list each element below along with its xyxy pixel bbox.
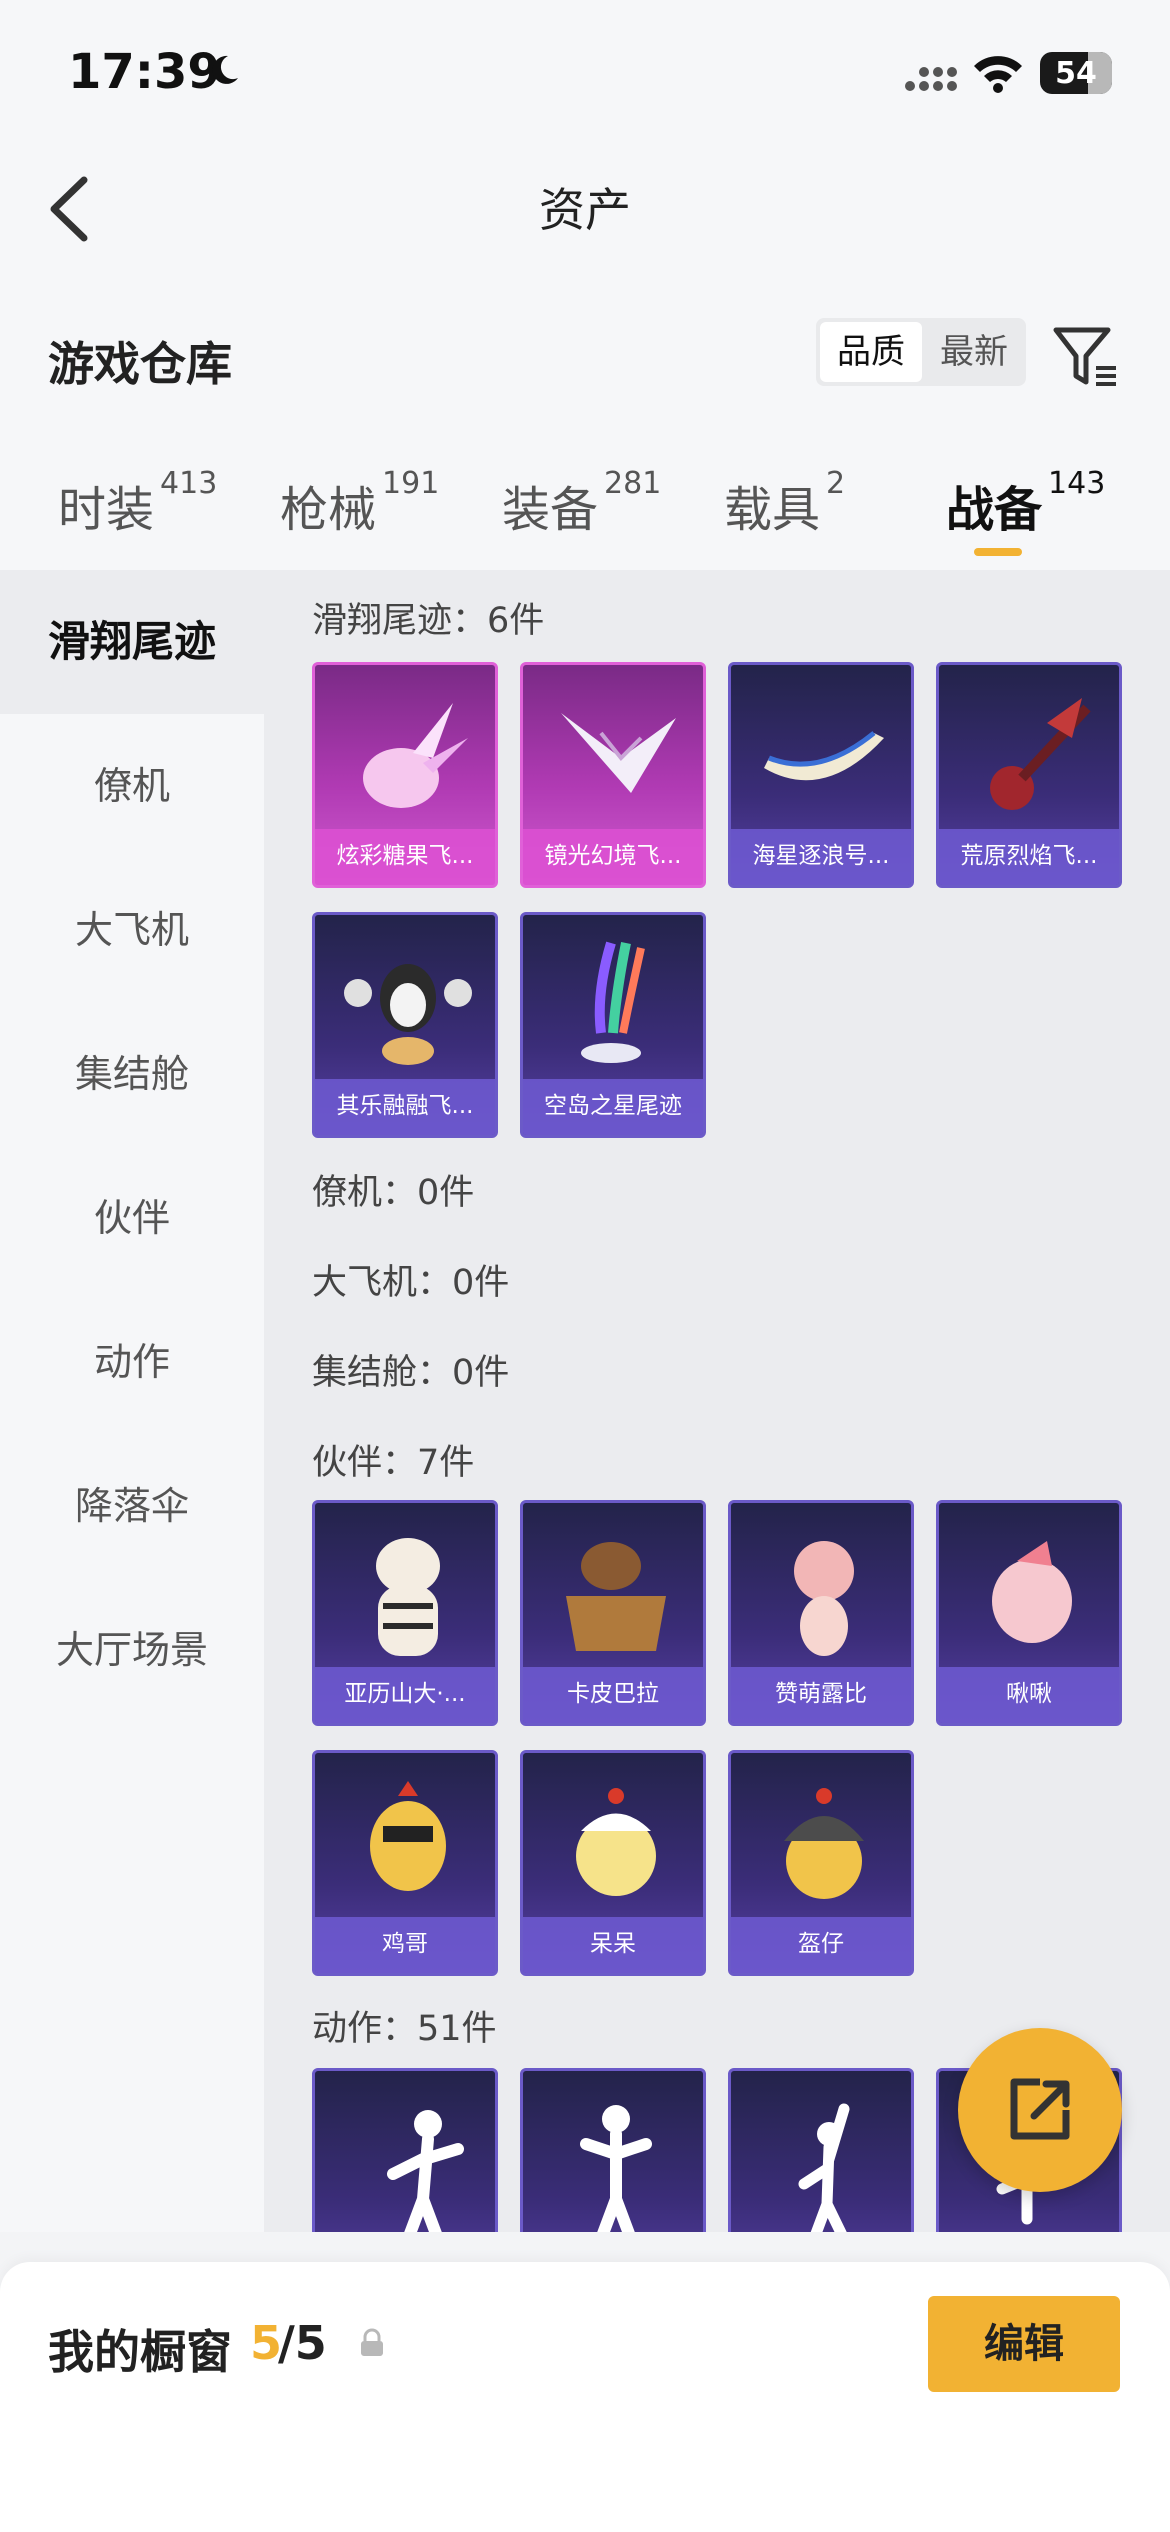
sidebar-item-wingman[interactable]: 僚机: [0, 714, 264, 858]
penguin-glider-icon: [344, 964, 472, 1065]
showcase-count-total: /5: [278, 2316, 327, 2370]
item-card[interactable]: 赞萌露比: [728, 1500, 914, 1726]
status-time: 17:39: [68, 44, 221, 100]
helmet-chick-partner-icon: [784, 1788, 864, 1899]
status-bar: 17:39 54: [0, 0, 1170, 140]
sidebar-item-big-plane[interactable]: 大飞机: [0, 858, 264, 1002]
filter-icon[interactable]: [1052, 324, 1118, 390]
rooster-partner-icon: [370, 1781, 446, 1891]
sidebar-item-glide-trail[interactable]: 滑翔尾迹: [0, 570, 264, 714]
item-card[interactable]: 空岛之星尾迹: [520, 912, 706, 1138]
warehouse-title: 游戏仓库: [48, 337, 232, 391]
rainbow-trail-icon: [581, 941, 645, 1063]
share-button[interactable]: [958, 2028, 1122, 2192]
chick-egg-partner-icon: [576, 1788, 656, 1896]
capybara-partner-icon: [566, 1542, 666, 1651]
ruby-partner-icon: [794, 1541, 854, 1656]
item-card[interactable]: 盔仔: [728, 1750, 914, 1976]
tab-equipment[interactable]: 装备 281: [502, 466, 661, 540]
tab-vehicles[interactable]: 载具 2: [724, 466, 845, 540]
item-card[interactable]: 荒原烈焰飞...: [936, 662, 1122, 888]
item-card[interactable]: 海星逐浪号...: [728, 662, 914, 888]
item-card[interactable]: 其乐融融飞...: [312, 912, 498, 1138]
share-icon: [1010, 2078, 1070, 2140]
page-title: 资产: [539, 183, 631, 237]
sort-quality-button[interactable]: 品质: [820, 322, 922, 382]
sidebar-item-action[interactable]: 动作: [0, 1290, 264, 1434]
edit-button[interactable]: 编辑: [928, 2296, 1120, 2392]
battery-level: 54: [1055, 56, 1097, 91]
category-tabs: 时装 413 枪械 191 装备 281 载具 2 战备 143: [0, 440, 1170, 570]
item-card[interactable]: 镜光幻境飞...: [520, 662, 706, 888]
item-card[interactable]: 卡皮巴拉: [520, 1500, 706, 1726]
item-card[interactable]: 啾啾: [936, 1500, 1122, 1726]
sidebar-item-partner[interactable]: 伙伴: [0, 1146, 264, 1290]
item-grid: 滑翔尾迹：6件 炫彩糖果飞... 镜光幻境飞... 海星逐浪号... 荒原烈焰飞…: [264, 570, 1170, 2232]
item-card[interactable]: 鸡哥: [312, 1750, 498, 1976]
item-card[interactable]: 亚历山大·...: [312, 1500, 498, 1726]
dance-pose-icon: [387, 2110, 464, 2232]
tab-guns[interactable]: 枪械 191: [280, 466, 439, 540]
sort-toggle: 品质 最新: [816, 318, 1026, 386]
flame-guitar-icon: [990, 698, 1091, 810]
sidebar-item-pod[interactable]: 集结舱: [0, 1002, 264, 1146]
candy-glider-icon: [363, 703, 468, 808]
lock-icon: [361, 2328, 383, 2356]
sidebar: 滑翔尾迹 僚机 大飞机 集结舱 伙伴 动作 降落伞 大厅场景: [0, 570, 264, 2232]
signal-icon: [905, 67, 957, 91]
boat-glider-icon: [764, 731, 884, 781]
dance-pose-icon: [798, 2103, 850, 2232]
active-tab-indicator: [974, 548, 1022, 556]
item-card[interactable]: 呆呆: [520, 1750, 706, 1976]
item-card[interactable]: 炫彩糖果飞...: [312, 662, 498, 888]
tiger-partner-icon: [376, 1538, 440, 1656]
sort-latest-button[interactable]: 最新: [926, 322, 1022, 382]
section-label-big-plane: 大飞机：0件: [312, 1263, 510, 1303]
showcase-bar: 我的橱窗 5 /5 编辑: [0, 2262, 1170, 2532]
crystal-wing-icon: [561, 713, 676, 793]
showcase-label: 我的橱窗: [48, 2325, 232, 2379]
section-label-wingman: 僚机：0件: [312, 1173, 475, 1213]
item-card[interactable]: [312, 2068, 498, 2232]
moon-icon: [212, 55, 238, 84]
dance-pose-icon: [580, 2105, 652, 2232]
chick-partner-icon: [992, 1541, 1072, 1643]
section-label-glide: 滑翔尾迹：6件: [312, 601, 545, 641]
warehouse-row: 游戏仓库 品质 最新: [0, 270, 1170, 440]
nav-header: 资产: [0, 140, 1170, 270]
section-label-pod: 集结舱：0件: [312, 1353, 510, 1393]
item-card[interactable]: [520, 2068, 706, 2232]
tab-readiness[interactable]: 战备 143: [946, 466, 1105, 540]
section-label-partner: 伙伴：7件: [312, 1443, 475, 1483]
wifi-icon: [974, 56, 1022, 93]
item-card[interactable]: [728, 2068, 914, 2232]
sidebar-item-parachute[interactable]: 降落伞: [0, 1434, 264, 1578]
battery-indicator: 54: [1040, 52, 1112, 94]
sidebar-item-lobby-scene[interactable]: 大厅场景: [0, 1578, 264, 1722]
tab-fashion[interactable]: 时装 413: [58, 466, 217, 540]
section-label-action: 动作：51件: [312, 2009, 497, 2049]
